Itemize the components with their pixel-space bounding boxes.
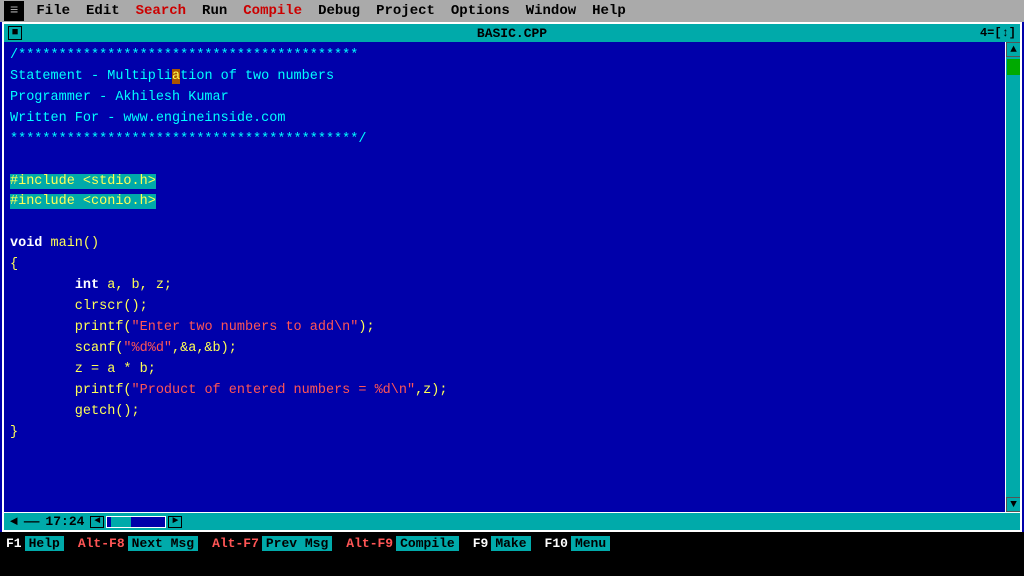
code-line-5: ****************************************…: [10, 130, 999, 151]
code-line-10: void main(): [10, 234, 999, 255]
fkey-altf7: Alt-F7 Prev Msg: [210, 536, 332, 551]
menu-help[interactable]: Help: [584, 1, 634, 21]
code-line-2: Statement - Multipliation of two numbers: [10, 67, 999, 88]
hscroll-track[interactable]: [106, 516, 166, 528]
editor-statusbar: ◄ —— 17:24 ◄ ►: [4, 512, 1020, 530]
code-line-14: printf("Enter two numbers to add\n");: [10, 318, 999, 339]
scroll-down-button[interactable]: ▼: [1006, 497, 1020, 512]
scroll-track[interactable]: [1006, 57, 1020, 497]
menu-project[interactable]: Project: [368, 1, 443, 21]
menu-file[interactable]: File: [28, 1, 78, 21]
scroll-up-button[interactable]: ▲: [1006, 42, 1020, 57]
hscroll-left-button[interactable]: ◄: [90, 516, 104, 528]
code-line-8: #include <conio.h>: [10, 192, 999, 213]
fkey-f10-num: F10: [543, 536, 570, 551]
fkey-f9: F9 Make: [471, 536, 531, 551]
menubar: ≡ File Edit Search Run Compile Debug Pro…: [0, 0, 1024, 22]
menu-compile[interactable]: Compile: [235, 1, 310, 21]
fkey-altf9-label[interactable]: Compile: [396, 536, 459, 551]
window-close-button[interactable]: ■: [8, 26, 22, 40]
menu-run[interactable]: Run: [194, 1, 235, 21]
fkey-altf9: Alt-F9 Compile: [344, 536, 458, 551]
fkey-altf9-num: Alt-F9: [344, 536, 395, 551]
horizontal-scrollbar[interactable]: ◄ ►: [90, 516, 182, 528]
fkey-altf7-label[interactable]: Prev Msg: [262, 536, 332, 551]
status-left-arrow: ◄: [10, 514, 18, 529]
fkey-altf8: Alt-F8 Next Msg: [76, 536, 198, 551]
fkey-f9-label[interactable]: Make: [491, 536, 530, 551]
hscroll-right-button[interactable]: ►: [168, 516, 182, 528]
fkey-f1: F1 Help: [4, 536, 64, 551]
function-key-bar: F1 Help Alt-F8 Next Msg Alt-F7 Prev Msg …: [0, 532, 1024, 554]
titlebar-dots-left: ≡≡≡≡≡≡≡≡≡≡≡≡≡≡≡≡≡≡≡≡≡≡≡≡≡≡: [28, 27, 226, 39]
menu-edit[interactable]: Edit: [78, 1, 128, 21]
menu-window[interactable]: Window: [518, 1, 584, 21]
fkey-f9-num: F9: [471, 536, 491, 551]
editor-window: ■ ≡≡≡≡≡≡≡≡≡≡≡≡≡≡≡≡≡≡≡≡≡≡≡≡≡≡ BASIC.CPP ≡…: [2, 22, 1022, 532]
vertical-scrollbar[interactable]: ▲ ▼: [1005, 42, 1020, 512]
code-line-16: z = a * b;: [10, 360, 999, 381]
status-right-dash: ——: [24, 514, 40, 529]
code-line-7: #include <stdio.h>: [10, 172, 999, 193]
code-line-11: {: [10, 255, 999, 276]
code-line-18: getch();: [10, 402, 999, 423]
scroll-thumb[interactable]: [1007, 59, 1020, 75]
code-line-12: int a, b, z;: [10, 276, 999, 297]
menu-search[interactable]: Search: [128, 1, 194, 21]
fkey-altf8-label[interactable]: Next Msg: [128, 536, 198, 551]
editor-title: BASIC.CPP: [477, 26, 547, 41]
code-line-15: scanf("%d%d",&a,&b);: [10, 339, 999, 360]
code-line-1: /***************************************…: [10, 46, 999, 67]
code-line-4: Written For - www.engineinside.com: [10, 109, 999, 130]
fkey-f1-label[interactable]: Help: [25, 536, 64, 551]
menu-options[interactable]: Options: [443, 1, 518, 21]
code-line-13: clrscr();: [10, 297, 999, 318]
code-editor[interactable]: /***************************************…: [4, 42, 1005, 512]
code-line-19: }: [10, 423, 999, 444]
hscroll-thumb[interactable]: [111, 517, 131, 527]
fkey-f10: F10 Menu: [543, 536, 611, 551]
editor-time: 17:24: [45, 514, 84, 529]
editor-area: ■ ≡≡≡≡≡≡≡≡≡≡≡≡≡≡≡≡≡≡≡≡≡≡≡≡≡≡ BASIC.CPP ≡…: [0, 22, 1024, 532]
menu-icon[interactable]: ≡: [4, 1, 24, 21]
code-line-9: [10, 213, 999, 234]
fkey-f1-num: F1: [4, 536, 24, 551]
code-line-6: [10, 151, 999, 172]
fkey-f10-label[interactable]: Menu: [571, 536, 610, 551]
editor-content: /***************************************…: [4, 42, 1020, 512]
editor-titlebar: ■ ≡≡≡≡≡≡≡≡≡≡≡≡≡≡≡≡≡≡≡≡≡≡≡≡≡≡ BASIC.CPP ≡…: [4, 24, 1020, 42]
code-line-17: printf("Product of entered numbers = %d\…: [10, 381, 999, 402]
menu-debug[interactable]: Debug: [310, 1, 368, 21]
fkey-altf7-num: Alt-F7: [210, 536, 261, 551]
window-number: 4=[↕]: [980, 26, 1016, 40]
code-line-3: Programmer - Akhilesh Kumar: [10, 88, 999, 109]
fkey-altf8-num: Alt-F8: [76, 536, 127, 551]
